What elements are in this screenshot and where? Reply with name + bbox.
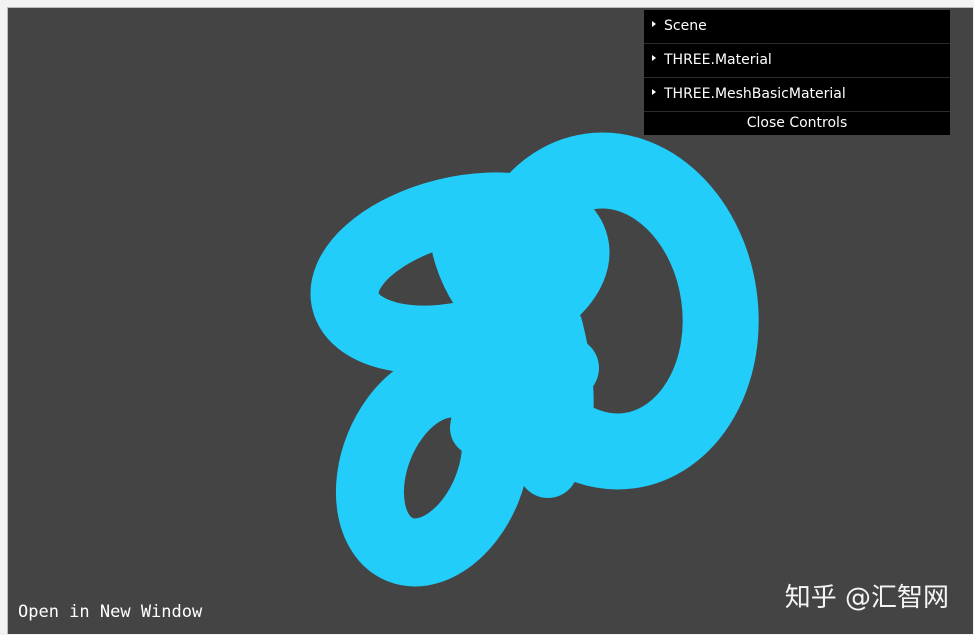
caret-right-icon — [652, 89, 656, 95]
open-in-new-window-link[interactable]: Open in New Window — [18, 602, 202, 622]
gui-folder-meshbasicmaterial[interactable]: THREE.MeshBasicMaterial — [644, 78, 950, 112]
dat-gui-panel: Scene THREE.Material THREE.MeshBasicMate… — [644, 10, 950, 135]
watermark: 知乎 @汇智网 — [784, 583, 949, 613]
gui-folder-label: Scene — [664, 18, 707, 34]
caret-right-icon — [652, 55, 656, 61]
gui-folder-material[interactable]: THREE.Material — [644, 44, 950, 78]
gui-folder-label: THREE.MeshBasicMaterial — [664, 86, 846, 102]
caret-right-icon — [652, 21, 656, 27]
torus-knot-mesh — [310, 132, 759, 587]
gui-folder-label: THREE.Material — [664, 52, 772, 68]
gui-folder-scene[interactable]: Scene — [644, 10, 950, 44]
close-controls-button[interactable]: Close Controls — [644, 112, 950, 135]
viewport-frame: Scene THREE.Material THREE.MeshBasicMate… — [7, 7, 973, 634]
